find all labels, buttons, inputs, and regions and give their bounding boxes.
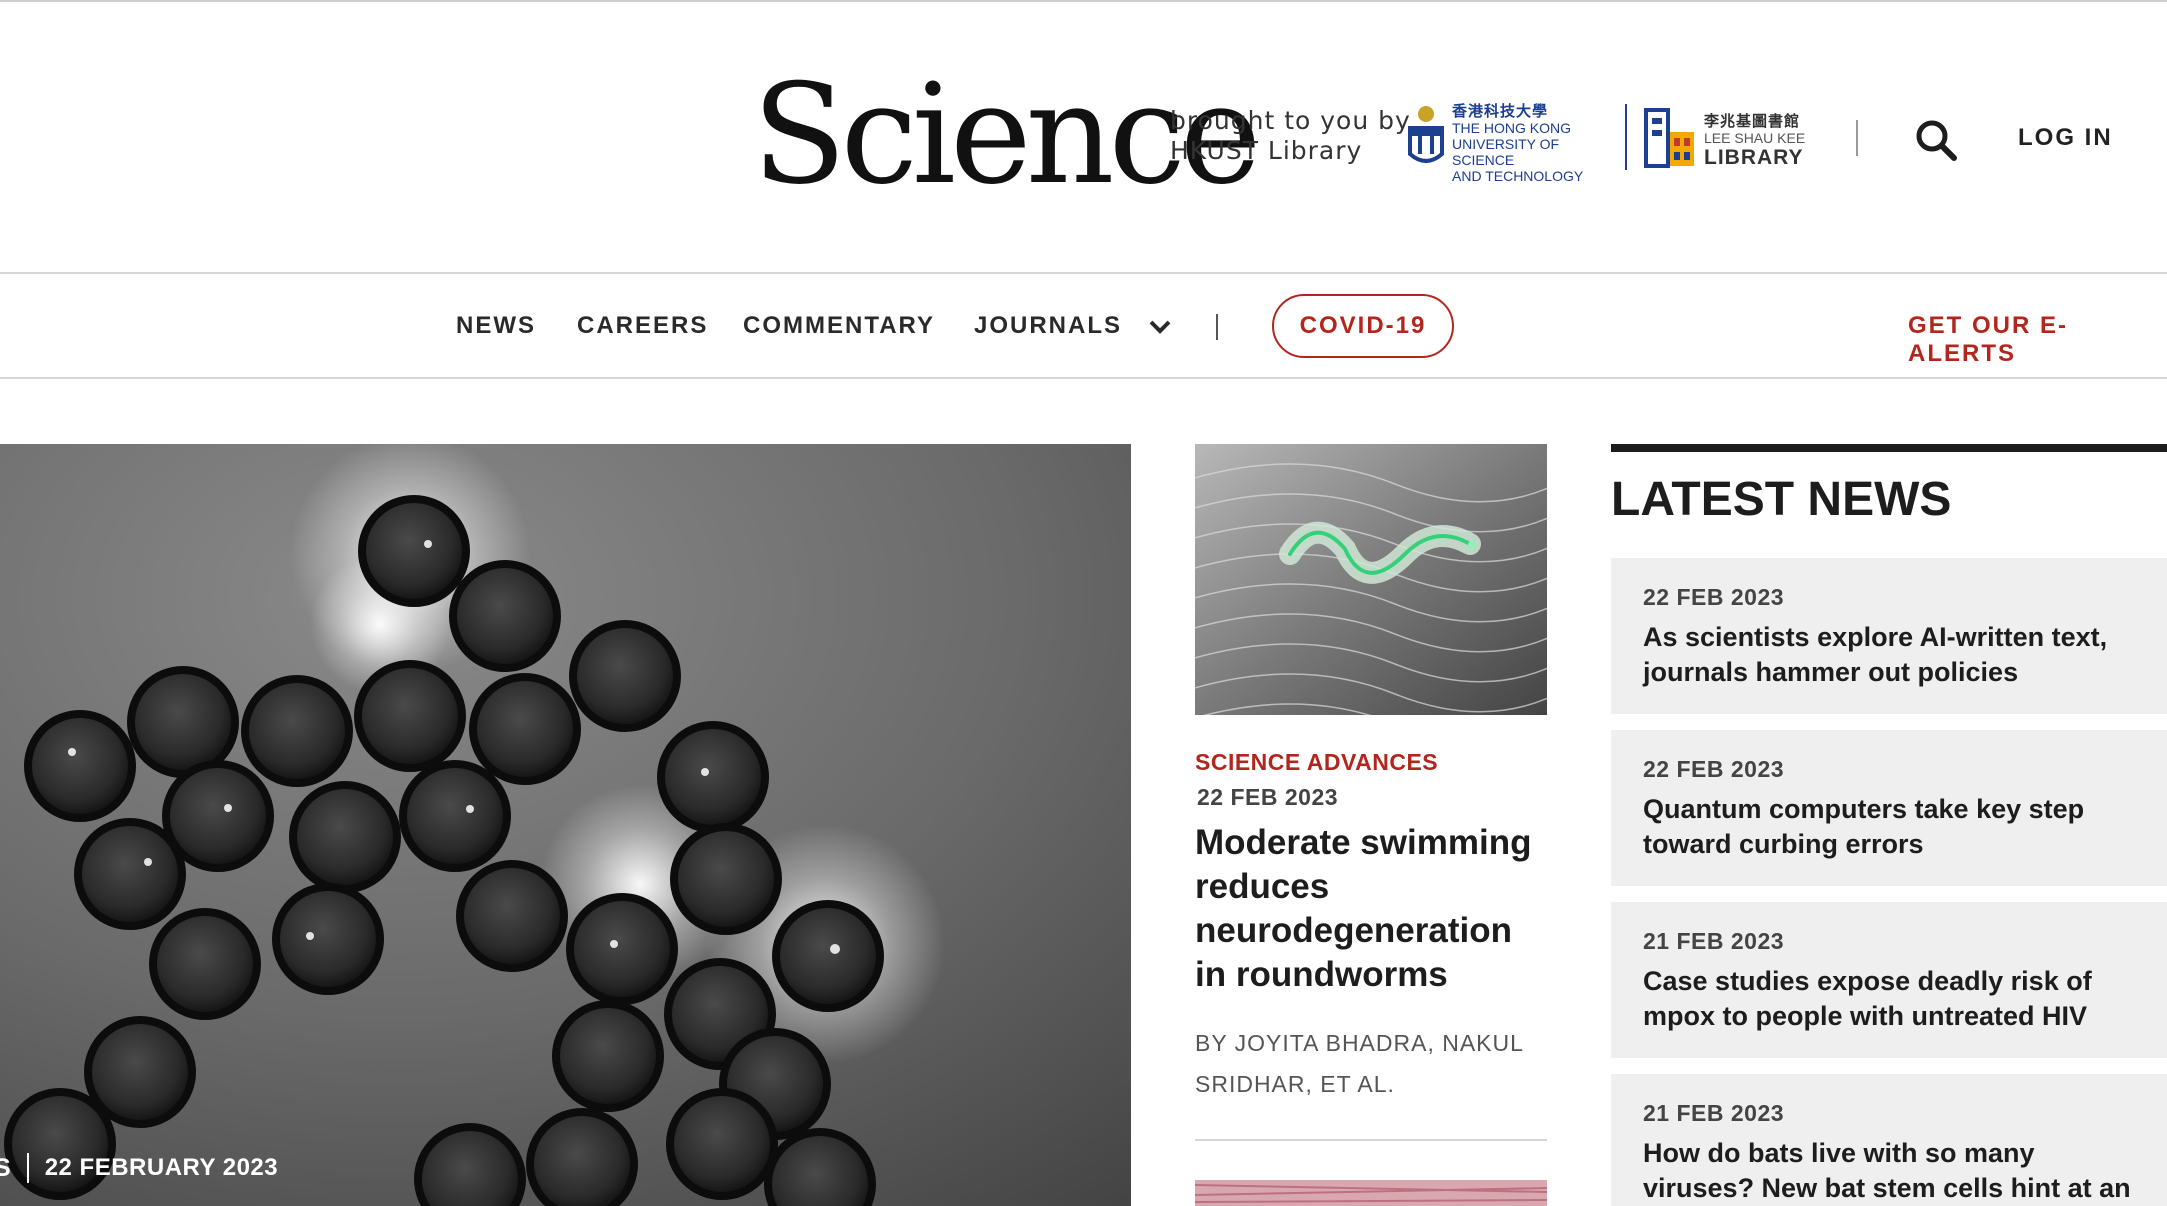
login-link[interactable]: LOG IN [2018,124,2113,152]
main-nav: NEWS CAREERS COMMENTARY JOURNALS COVID-1… [0,274,2167,377]
news-card[interactable]: 22 FEB 2023 Quantum computers take key s… [1611,730,2167,886]
featured-date: 22 FEB 2023 [1197,784,1339,810]
hkust-wordmark: 香港科技大學 THE HONG KONG UNIVERSITY OF SCIEN… [1452,103,1604,185]
latest-news-bar [1611,444,2167,452]
hkust-line3: AND TECHNOLOGY [1452,168,1584,184]
news-date: 22 FEB 2023 [1643,756,1785,782]
hkust-cn: 香港科技大學 [1452,103,1549,120]
library-cn: 李兆基圖書館 [1704,113,1801,130]
featured-article-image[interactable] [1195,444,1547,715]
next-article-image[interactable] [1195,1180,1547,1206]
header-divider [1856,120,1858,156]
news-card[interactable]: 21 FEB 2023 Case studies expose deadly r… [1611,902,2167,1058]
by-label: BY [1195,1030,1228,1056]
hero-meta-divider [26,1153,29,1183]
author-link[interactable]: JOYITA BHADRA, [1235,1030,1435,1056]
site-header: Science brought to you by HKUST Library … [0,2,2167,272]
search-icon [1916,120,1957,161]
featured-title[interactable]: Moderate swimming reduces neurodegenerat… [1195,821,1547,997]
featured-authors: BY JOYITA BHADRA, NAKUL SRIDHAR, ET AL. [1195,1023,1547,1105]
hero-category[interactable]: S [0,1154,11,1183]
chevron-down-icon [1149,313,1171,341]
news-title[interactable]: As scientists explore AI-written text, j… [1643,620,2153,690]
hero-microscopy-image [0,444,1131,1206]
author-link[interactable]: ET AL. [1320,1071,1395,1097]
nav-journals[interactable]: JOURNALS [974,312,1171,341]
nav-careers[interactable]: CAREERS [577,312,708,340]
hkust-emblem-icon [1408,106,1444,163]
news-date: 22 FEB 2023 [1643,584,1785,610]
latest-news-heading: LATEST NEWS [1611,473,1952,526]
news-card[interactable]: 21 FEB 2023 How do bats live with so man… [1611,1074,2167,1206]
library-wordmark: 李兆基圖書館 LEE SHAU KEE LIBRARY [1704,114,1805,170]
hkust-logo[interactable]: 香港科技大學 THE HONG KONG UNIVERSITY OF SCIEN… [1404,104,1604,184]
sponsor-text: brought to you by HKUST Library [1170,106,1411,166]
news-card[interactable]: 22 FEB 2023 As scientists explore AI-wri… [1611,558,2167,714]
news-title[interactable]: Case studies expose deadly risk of mpox … [1643,964,2153,1034]
hero-date: 22 FEBRUARY 2023 [44,1154,279,1181]
logo-divider [1625,104,1627,170]
tissue-image [1195,1180,1547,1206]
news-title[interactable]: Quantum computers take key step toward c… [1643,792,2153,862]
news-date: 21 FEB 2023 [1643,928,1785,954]
hero-image[interactable] [0,444,1131,1206]
sponsor-line-1: brought to you by [1170,106,1411,135]
hero-meta: S 22 FEBRUARY 2023 [0,1150,278,1186]
nav-commentary[interactable]: COMMENTARY [743,312,935,340]
featured-article: SCIENCE ADVANCES 22 FEB 2023 Moderate sw… [1195,444,1547,1141]
covid-button[interactable]: COVID-19 [1272,294,1454,358]
featured-divider [1195,1139,1547,1141]
sponsor-line-2: HKUST Library [1170,136,1363,165]
nav-divider [1216,314,1218,340]
hkust-line2: UNIVERSITY OF SCIENCE [1452,136,1560,168]
lsk-library-logo[interactable]: 李兆基圖書館 LEE SHAU KEE LIBRARY [1644,108,1834,178]
library-line2: LIBRARY [1704,146,1804,169]
latest-news-section: LATEST NEWS [1611,444,2167,527]
nav-rule [0,377,2167,379]
hkust-line1: THE HONG KONG [1452,120,1572,136]
news-title[interactable]: How do bats live with so many viruses? N… [1643,1136,2153,1206]
library-building-icon [1644,108,1694,168]
nav-journals-label: JOURNALS [974,312,1123,339]
featured-journal[interactable]: SCIENCE ADVANCES [1195,749,1547,776]
e-alerts-link[interactable]: GET OUR E-ALERTS [1908,312,2167,368]
news-date: 21 FEB 2023 [1643,1100,1785,1126]
search-button[interactable] [1912,116,1960,164]
nav-news[interactable]: NEWS [456,312,536,340]
library-line1: LEE SHAU KEE [1704,130,1806,146]
